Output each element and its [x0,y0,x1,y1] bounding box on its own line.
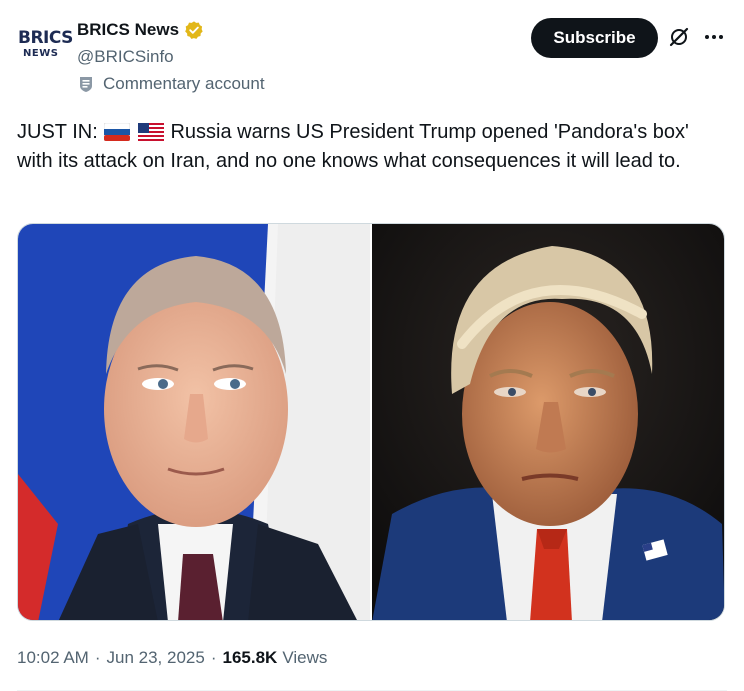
subscribe-button[interactable]: Subscribe [531,18,658,58]
tweet-meta: 10:02 AM · Jun 23, 2025 · 165.8K Views [17,648,327,668]
name-row: BRICS News [77,20,204,40]
us-flag-icon [137,123,164,141]
tweet-prefix: JUST IN: [17,121,98,143]
verified-badge-icon[interactable] [184,20,204,40]
russia-flag-icon [104,123,131,141]
display-name[interactable]: BRICS News [77,20,179,40]
media-grid [17,223,725,621]
tweet-text: JUST IN: Russia warns US President Trump… [17,118,729,176]
views-label: Views [282,648,328,667]
more-options-icon[interactable] [703,26,725,48]
meta-separator: · [210,648,217,667]
grok-icon[interactable] [668,26,690,48]
account-label: Commentary account [77,74,265,94]
views-count: 165.8K [222,648,278,667]
photo-trump[interactable] [372,224,724,620]
meta-separator: · [94,648,101,667]
avatar-logo-text: BRICS [18,28,73,48]
photo-putin[interactable] [18,224,370,620]
commentary-badge-icon [80,77,92,92]
avatar-logo-subtext: NEWS [23,48,59,59]
tweet-header: BRICS NEWS BRICS News @BRICSinfo Comment… [17,16,727,102]
avatar[interactable]: BRICS NEWS [17,28,73,66]
handle[interactable]: @BRICSinfo [77,47,174,67]
account-label-text: Commentary account [103,74,265,93]
tweet-date[interactable]: Jun 23, 2025 [107,648,205,668]
tweet-time[interactable]: 10:02 AM [17,648,89,668]
